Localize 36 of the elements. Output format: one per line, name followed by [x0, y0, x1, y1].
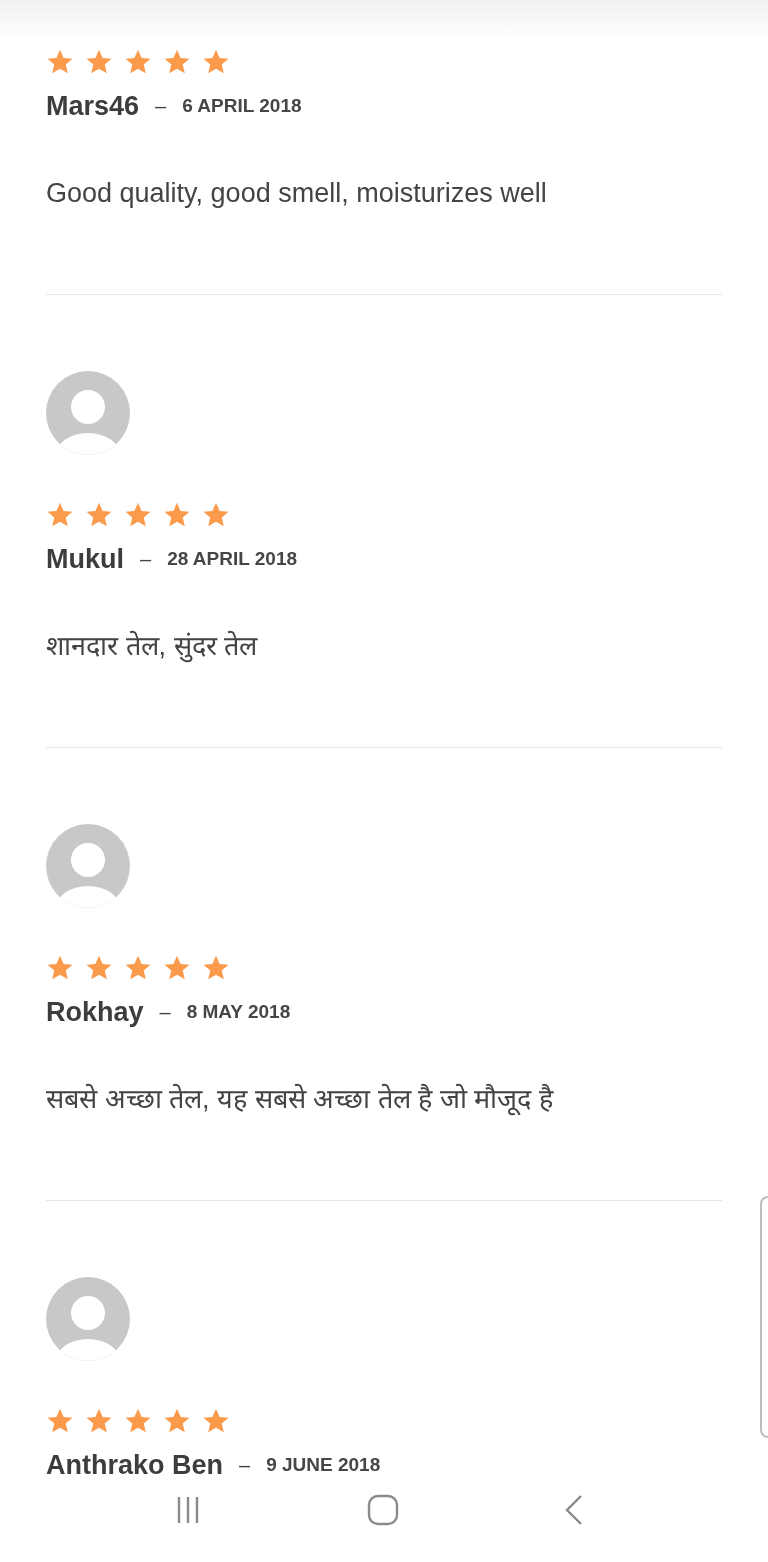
star-icon	[85, 1407, 113, 1435]
review-text: Good quality, good smell, moisturizes well	[46, 177, 548, 210]
reviewer-name: Mukul	[46, 543, 124, 575]
star-icon	[46, 48, 74, 76]
star-icon	[124, 501, 152, 529]
dash-separator: –	[239, 1453, 251, 1477]
star-icon	[46, 501, 74, 529]
review-date: 8 MAY 2018	[186, 1001, 291, 1023]
reviewer-name: Anthrako Ben	[46, 1449, 224, 1480]
dash-separator: –	[140, 547, 152, 571]
star-icon	[124, 48, 152, 76]
star-icon	[85, 954, 113, 982]
review-text: सबसे अच्छा तेल, यह सबसे अच्छा तेल है जो मौजूद है	[46, 1082, 555, 1117]
star-icon	[46, 1407, 74, 1435]
star-icon	[124, 1407, 152, 1435]
star-icon	[163, 954, 191, 982]
reviewer-name: Mars46	[46, 90, 140, 122]
star-icon	[163, 501, 191, 529]
star-icon	[163, 48, 191, 76]
dash-separator: –	[159, 1000, 171, 1024]
review-text: शानदार तेल, सुंदर तेल	[46, 629, 259, 664]
dash-separator: –	[155, 94, 167, 118]
star-icon	[85, 48, 113, 76]
rounded-square-icon	[367, 1494, 399, 1526]
star-icon	[202, 48, 230, 76]
star-icon	[124, 954, 152, 982]
reviewer-name: Rokhay	[46, 996, 144, 1028]
star-icon	[163, 1407, 191, 1435]
star-icon	[85, 501, 113, 529]
review-date: 9 JUNE 2018	[266, 1454, 381, 1476]
star-icon	[202, 1407, 230, 1435]
star-icon	[46, 954, 74, 982]
review-date: 6 APRIL 2018	[182, 95, 302, 117]
review-date: 28 APRIL 2018	[167, 548, 298, 570]
star-icon	[202, 954, 230, 982]
star-icon	[202, 501, 230, 529]
